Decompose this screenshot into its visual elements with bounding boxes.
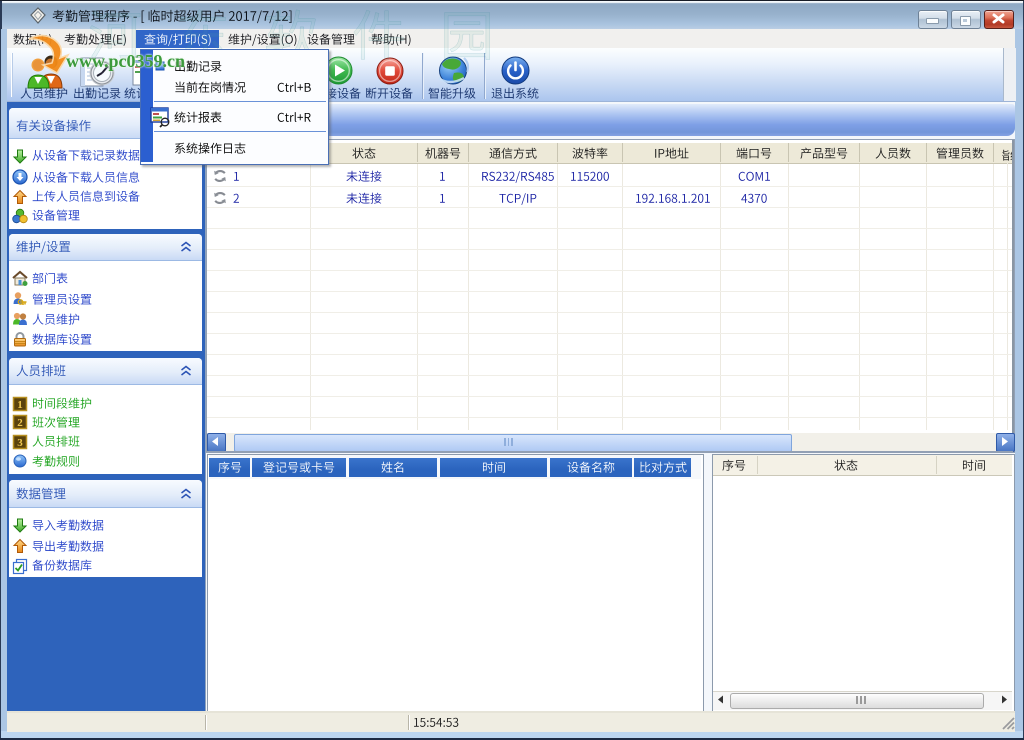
svg-text:3: 3 (17, 437, 23, 449)
svg-text:1: 1 (17, 399, 23, 411)
svg-text:2: 2 (17, 417, 23, 429)
